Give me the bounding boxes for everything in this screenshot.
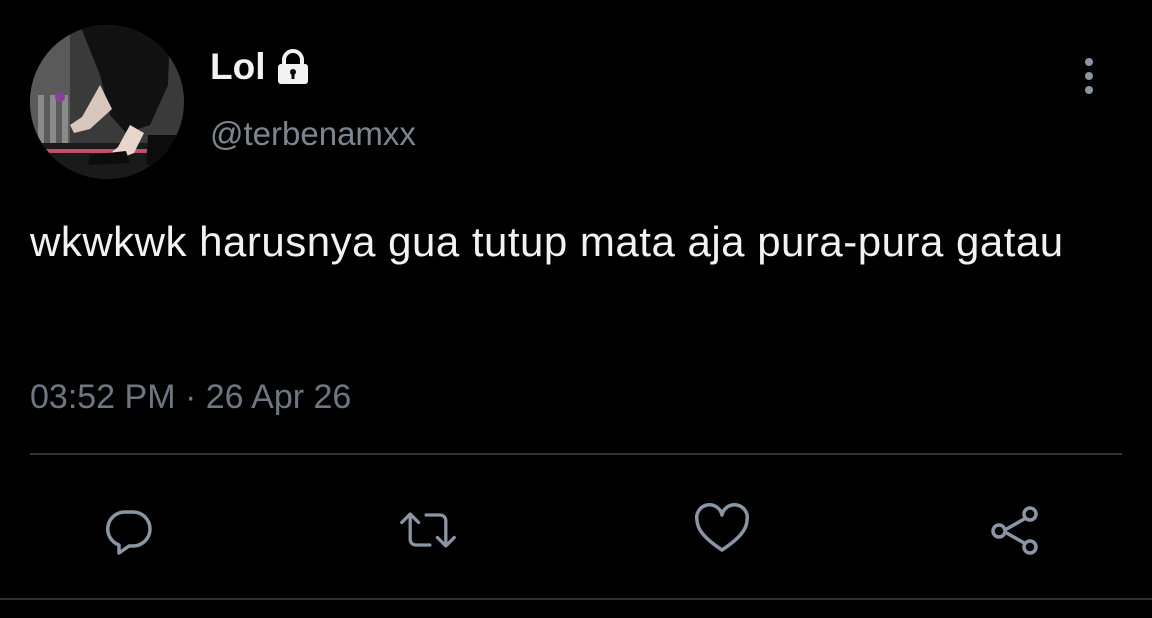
user-handle[interactable]: @terbenamxx [210, 113, 416, 155]
tweet-detail: Lol @terbenamxx wkwkwk harusnya gua tutu… [0, 0, 1152, 618]
retweet-button[interactable] [398, 500, 458, 560]
like-button[interactable] [692, 500, 752, 560]
reply-button[interactable] [100, 500, 160, 560]
tweet-timestamp[interactable]: 03:52 PM · 26 Apr 26 [30, 376, 351, 418]
divider [30, 453, 1122, 455]
retweet-icon [400, 512, 456, 548]
heart-icon [695, 503, 749, 552]
more-options-button[interactable] [1074, 56, 1104, 96]
avatar[interactable] [30, 25, 184, 179]
display-name[interactable]: Lol [210, 44, 313, 90]
share-icon [991, 506, 1038, 555]
more-vertical-icon [1085, 58, 1093, 94]
share-button[interactable] [986, 500, 1046, 560]
bottom-divider [0, 598, 1152, 600]
display-name-text: Lol [210, 46, 266, 87]
tweet-time: 03:52 PM [30, 378, 176, 416]
meta-separator: · [184, 378, 197, 416]
avatar-image [30, 25, 184, 179]
reply-icon [105, 510, 152, 555]
tweet-date: 26 Apr 26 [205, 378, 352, 416]
tweet-text: wkwkwk harusnya gua tutup mata aja pura-… [30, 218, 1064, 265]
lock-icon [273, 47, 313, 87]
